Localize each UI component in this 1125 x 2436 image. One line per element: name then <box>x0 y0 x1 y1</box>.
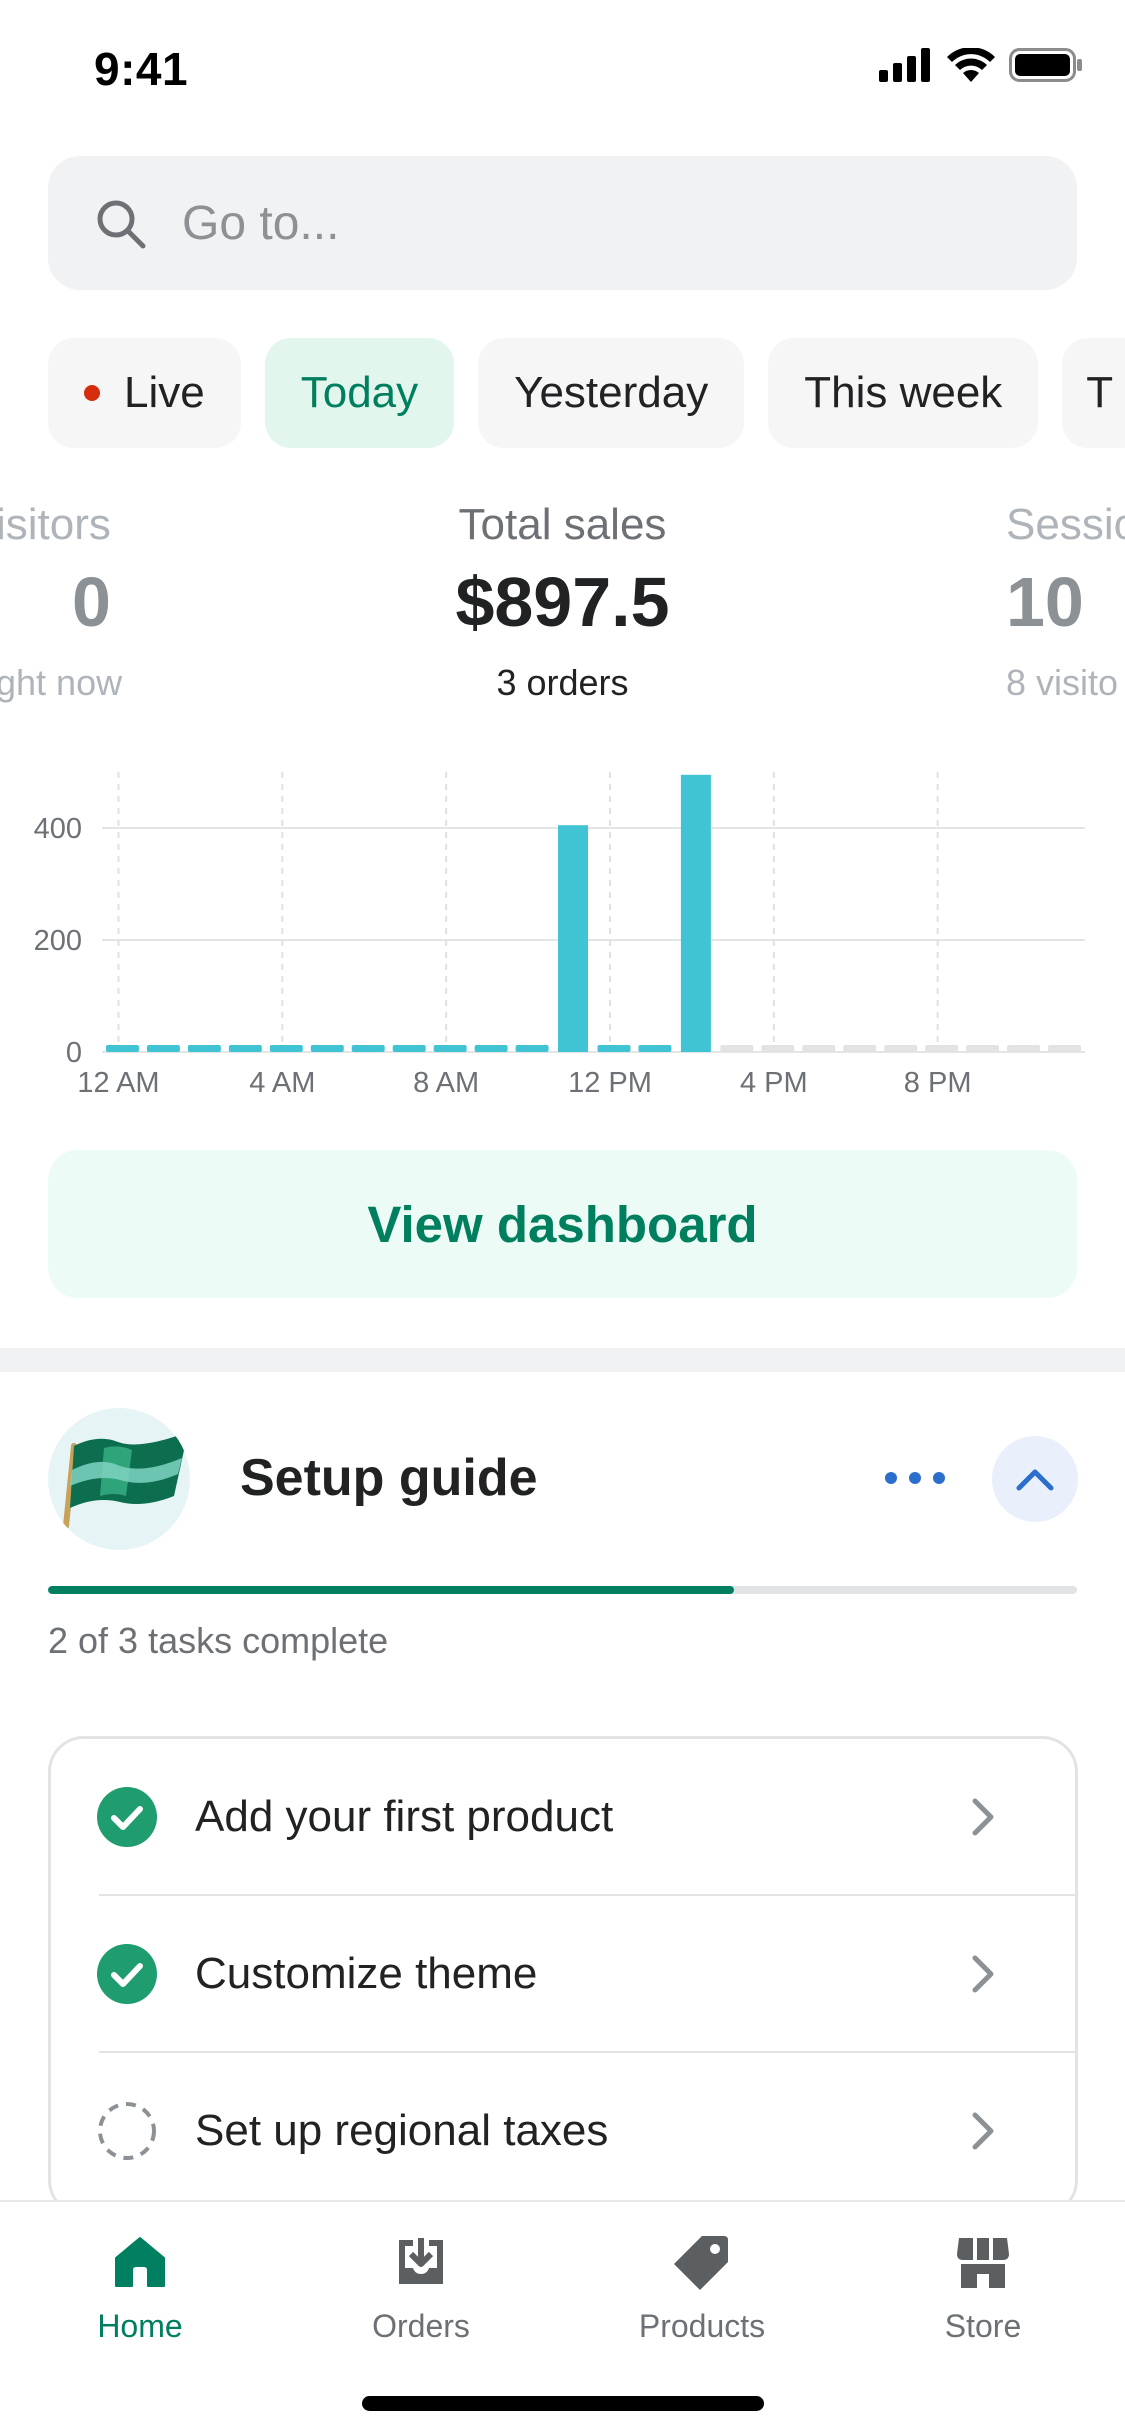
chart-bar-zero <box>187 1045 221 1052</box>
chart-bar-zero <box>966 1045 1000 1052</box>
chart-bar-zero <box>392 1045 426 1052</box>
view-dashboard-button[interactable]: View dashboard <box>48 1150 1077 1298</box>
task-label: Add your first product <box>195 1791 614 1841</box>
filter-chip-label: Today <box>300 368 419 417</box>
task-row-add-product[interactable]: Add your first product <box>51 1739 1075 1894</box>
tab-home[interactable]: Home <box>40 2232 240 2345</box>
incomplete-circle-icon <box>98 2101 156 2160</box>
tab-label: Home <box>97 2308 183 2344</box>
home-screen: 9:41 Go to... Live Today Yesterday This … <box>0 0 1125 2436</box>
chart-bar-zero <box>433 1045 467 1052</box>
chevron-right-icon <box>972 1798 994 1835</box>
home-indicator <box>362 2396 764 2411</box>
tab-label: Products <box>638 2308 766 2344</box>
chart-bar-zero <box>843 1045 877 1052</box>
chart-bar-zero <box>597 1045 631 1052</box>
chart-x-tick-label: 12 PM <box>568 1067 652 1099</box>
section-divider <box>0 1348 1125 1372</box>
cellular-signal-icon <box>879 48 930 82</box>
metric-total-sales-label: Total sales <box>458 500 667 549</box>
chart-bar <box>680 774 711 1052</box>
filter-chip-live[interactable]: Live <box>48 338 241 448</box>
hourly-sales-chart: 0 200 400 12 AM 4 AM 8 AM 12 PM 4 PM 8 PM <box>34 772 1085 1099</box>
chart-y-tick-label: 0 <box>66 1037 82 1069</box>
chart-bar-zero <box>106 1045 139 1052</box>
chart-x-tick-label: 8 PM <box>904 1067 972 1099</box>
filter-chip-yesterday[interactable]: Yesterday <box>478 338 745 448</box>
tab-products[interactable]: Products <box>602 2232 802 2345</box>
chart-y-tick-label: 200 <box>34 925 82 957</box>
setup-progress-bar <box>48 1586 1077 1594</box>
task-label: Set up regional taxes <box>195 2105 609 2155</box>
chart-bar-zero <box>1048 1045 1081 1052</box>
chart-bar-zero <box>925 1045 959 1052</box>
status-icons <box>879 48 1083 82</box>
search-icon <box>97 200 146 249</box>
flag-icon <box>48 1408 190 1550</box>
orders-icon <box>399 2238 443 2284</box>
tab-store[interactable]: Store <box>883 2232 1083 2345</box>
setup-progress-text: 2 of 3 tasks complete <box>48 1620 389 1661</box>
metric-right-label: Sessio <box>1006 500 1125 549</box>
chart-bar-zero <box>228 1045 262 1052</box>
chevron-right-icon <box>972 2112 994 2149</box>
search-bar[interactable]: Go to... <box>48 156 1077 290</box>
setup-task-list: Add your first product Customize theme S… <box>48 1736 1078 2216</box>
chart-bar-zero <box>802 1045 836 1052</box>
chart-bar <box>558 825 589 1052</box>
metric-right-value: 10 <box>1006 563 1084 641</box>
setup-progress-fill <box>48 1586 735 1594</box>
task-label: Customize theme <box>195 1948 538 1998</box>
tab-label: Orders <box>372 2308 470 2344</box>
metric-total-sales-sub: 3 orders <box>496 662 629 703</box>
chart-bar-zero <box>269 1045 303 1052</box>
store-icon <box>957 2238 1009 2288</box>
setup-guide-title: Setup guide <box>240 1449 538 1507</box>
search-placeholder: Go to... <box>182 196 340 250</box>
battery-icon <box>1009 48 1082 82</box>
live-dot-icon <box>84 385 100 401</box>
tag-icon <box>674 2236 728 2290</box>
chart-bar-zero <box>351 1045 385 1052</box>
chart-x-tick-label: 12 AM <box>77 1067 159 1099</box>
chart-bar-zero <box>1007 1045 1041 1052</box>
chart-x-tick-label: 4 AM <box>249 1067 315 1099</box>
status-time: 9:41 <box>94 43 189 95</box>
chart-y-tick-label: 400 <box>34 813 82 845</box>
home-icon <box>115 2237 165 2287</box>
chart-bar-zero <box>638 1045 672 1052</box>
filter-chip-today[interactable]: Today <box>264 338 455 448</box>
filter-chip-label: Live <box>124 368 205 417</box>
filter-chip-label: T <box>1086 368 1114 417</box>
wifi-icon <box>947 48 995 82</box>
chevron-up-icon <box>1016 1469 1054 1491</box>
date-range-filters: Live Today Yesterday This week T <box>48 338 1125 448</box>
task-row-customize-theme[interactable]: Customize theme <box>51 1896 1075 2051</box>
tab-orders[interactable]: Orders <box>321 2232 521 2345</box>
collapse-button[interactable] <box>992 1436 1078 1522</box>
chart-bar-zero <box>146 1045 180 1052</box>
filter-chip-label: Yesterday <box>514 368 709 417</box>
task-row-regional-taxes[interactable]: Set up regional taxes <box>51 2053 1075 2208</box>
filter-chip-next[interactable]: T <box>1062 338 1125 448</box>
chart-bar-zero <box>474 1045 508 1052</box>
check-circle-icon <box>97 1786 157 1847</box>
metric-total-sales-value: $897.5 <box>455 563 670 641</box>
chart-x-tick-label: 4 PM <box>740 1067 808 1099</box>
check-circle-icon <box>97 1943 157 2004</box>
chart-bar-zero <box>515 1045 549 1052</box>
metric-right-sub: 8 visito <box>1006 662 1119 703</box>
more-options-icon[interactable] <box>885 1460 945 1496</box>
chart-bar-zero <box>720 1045 754 1052</box>
chart-bar-zero <box>310 1045 344 1052</box>
filter-chip-label: This week <box>804 368 1003 417</box>
tab-label: Store <box>944 2308 1022 2344</box>
chart-x-tick-label: 8 AM <box>413 1067 479 1099</box>
chart-bar-zero <box>761 1045 795 1052</box>
chart-bar-zero <box>884 1045 918 1052</box>
chevron-right-icon <box>972 1955 994 1992</box>
filter-chip-this-week[interactable]: This week <box>768 338 1039 448</box>
